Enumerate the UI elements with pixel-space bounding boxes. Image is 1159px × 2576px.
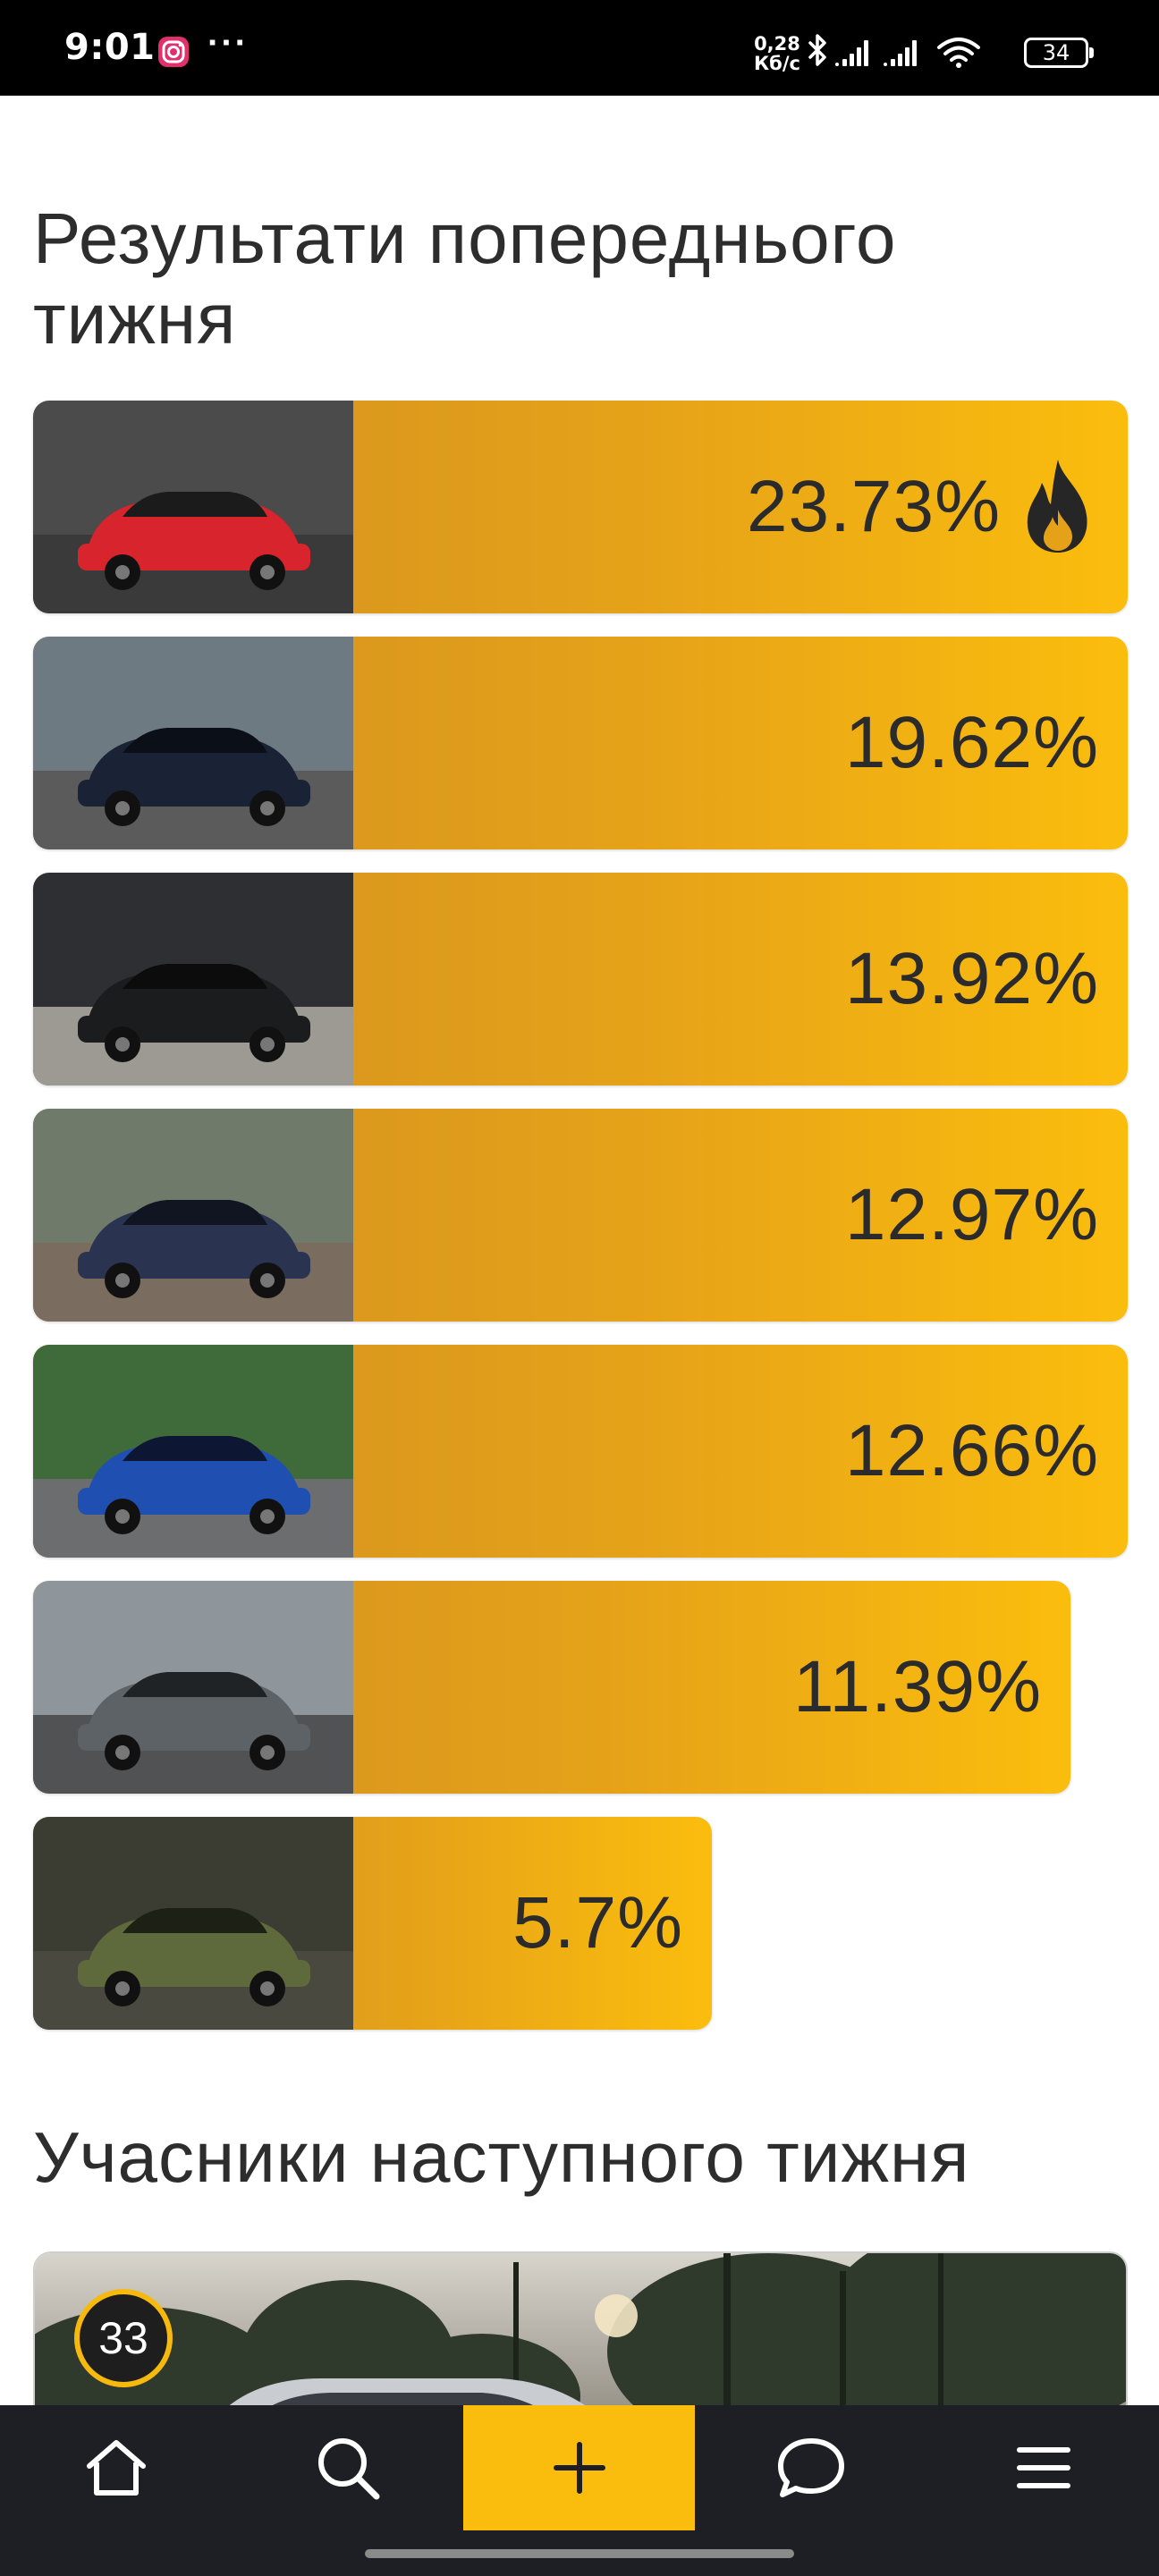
nav-add-button[interactable] [463,2405,695,2530]
system-status-icons [808,34,980,68]
car-photo [33,873,353,1085]
home-icon [86,2440,146,2496]
nav-chat-button[interactable] [695,2405,926,2530]
result-bar[interactable]: 5.7% [33,1817,712,2030]
car-photo [33,1109,353,1322]
next-week-title: Учасники наступного тижня [33,2117,970,2197]
car-photo [33,1817,353,2030]
network-speed-unit: Кб/с [754,53,800,74]
search-icon [317,2438,379,2500]
nav-search-button[interactable] [232,2405,463,2530]
more-notifications-icon: ··· [207,23,249,63]
next-week-participant-card[interactable]: 33 [33,2251,1128,2430]
result-percentage: 13.92% [844,938,1099,1019]
result-percentage: 5.7% [512,1882,683,1964]
result-bar[interactable]: 13.92% [33,873,1128,1085]
participant-photo [35,2253,1126,2428]
menu-icon [1016,2447,1070,2488]
car-photo [33,1345,353,1558]
bluetooth-icon [808,34,826,66]
result-bar[interactable]: 12.66% [33,1345,1128,1558]
result-percentage: 12.66% [844,1410,1099,1491]
result-bar[interactable]: 19.62% [33,637,1128,849]
system-home-indicator[interactable] [365,2549,794,2558]
nav-menu-button[interactable] [927,2405,1159,2530]
battery-indicator: 34 [1024,38,1094,68]
result-bar[interactable]: 12.97% [33,1109,1128,1322]
previous-week-title: Результати попереднього тижня [33,198,897,359]
status-bar: 9:01 ··· 0,28 Кб/с 34 [0,0,1159,96]
result-percentage: 12.97% [844,1174,1099,1255]
result-bar[interactable]: 11.39% [33,1581,1070,1794]
results-list: 23.73% 19.62% 13.92% 12.97% 12.66% 11.39% 5.7% [33,401,1128,2053]
instagram-notification-icon [158,37,189,67]
result-percentage: 19.62% [844,702,1099,783]
network-speed: 0,28 Кб/с [754,34,800,73]
status-time: 9:01 [64,27,156,68]
car-photo [33,637,353,849]
plus-icon [553,2442,605,2494]
network-speed-value: 0,28 [754,33,800,55]
signal-strength-icon [835,40,868,66]
nav-home-button[interactable] [0,2405,232,2530]
wifi-icon [937,38,980,62]
chat-icon [777,2438,844,2497]
car-photo [33,1581,353,1794]
signal-strength-2-icon [884,40,917,66]
result-percentage: 11.39% [792,1646,1042,1727]
fire-icon [1027,460,1087,553]
result-percentage: 23.73% [746,466,1001,547]
participant-number-badge: 33 [74,2289,173,2387]
result-bar[interactable]: 23.73% [33,401,1128,613]
car-photo [33,401,353,613]
